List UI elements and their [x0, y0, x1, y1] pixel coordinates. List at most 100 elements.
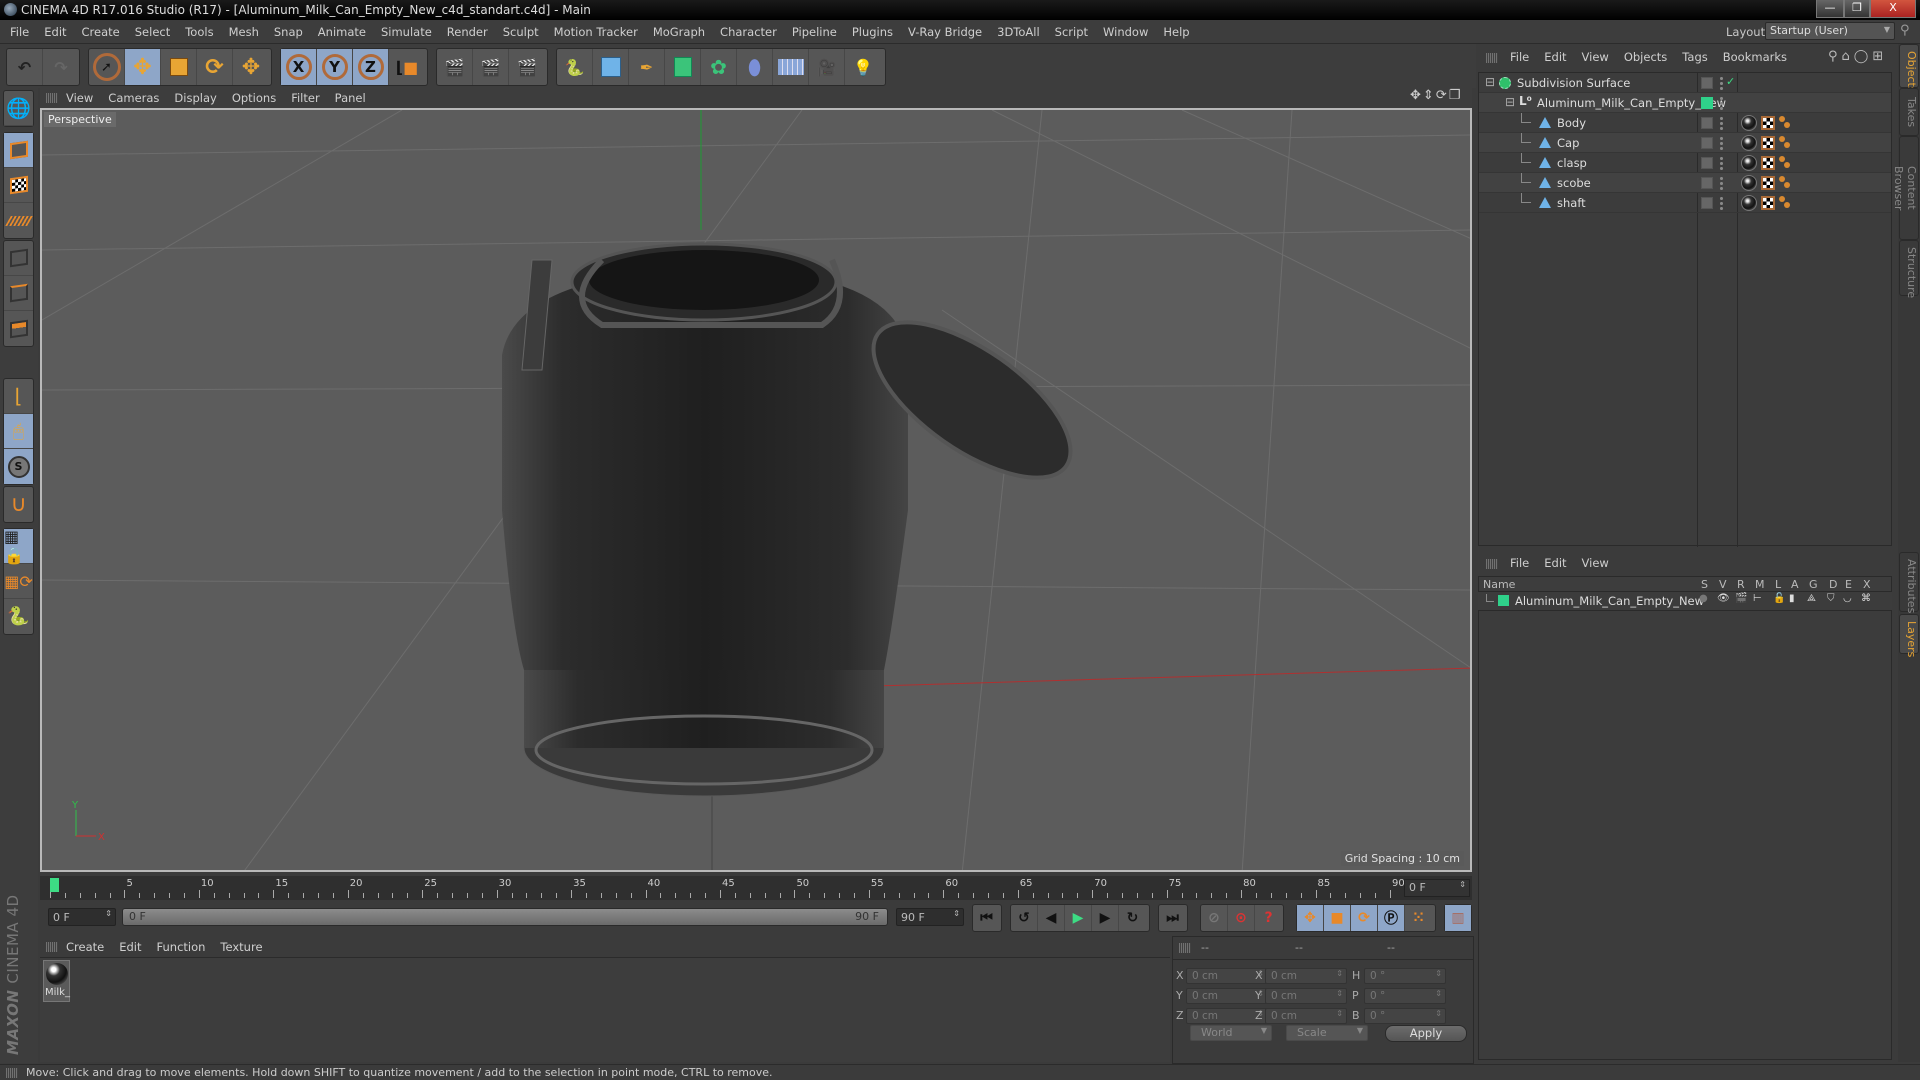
material-tag-icon[interactable]: [1741, 135, 1757, 151]
material-menu-function[interactable]: Function: [157, 940, 206, 954]
object-row-aluminum-milk-can-empty-new[interactable]: ⊟ L⁰ Aluminum_Milk_Can_Empty_New: [1479, 93, 1891, 113]
side-tab-attributes[interactable]: Attributes: [1899, 552, 1919, 613]
layer-column-e[interactable]: E: [1845, 578, 1852, 591]
object-name[interactable]: shaft: [1557, 196, 1586, 210]
render-settings-icon[interactable]: 🎬: [509, 49, 545, 85]
3d-viewport[interactable]: Y X Perspective Grid Spacing : 10 cm: [40, 108, 1472, 872]
home-icon[interactable]: ⌂: [1842, 49, 1854, 64]
new-window-icon[interactable]: ⊞: [1872, 49, 1887, 64]
object-name[interactable]: scobe: [1557, 176, 1591, 190]
array-icon[interactable]: ✿: [701, 49, 737, 85]
render-picture-viewer-icon[interactable]: 🎬: [473, 49, 509, 85]
rotate-icon[interactable]: ⟳: [197, 49, 233, 85]
object-menu-edit[interactable]: Edit: [1544, 50, 1566, 64]
current-frame-field[interactable]: 0 F ⇕: [1404, 879, 1470, 897]
side-tab-content-browser[interactable]: Content Browser: [1892, 136, 1919, 240]
orbit-icon[interactable]: ⟳: [1436, 88, 1449, 103]
restore-button[interactable]: ❐: [1844, 0, 1870, 18]
snap-icon[interactable]: S: [4, 449, 33, 484]
object-menu-view[interactable]: View: [1582, 50, 1609, 64]
pan-icon[interactable]: ✥: [1410, 88, 1423, 103]
object-row-body[interactable]: Body: [1479, 113, 1891, 133]
layer-color-swatch[interactable]: [1701, 97, 1713, 109]
cube-primitive-icon[interactable]: [593, 49, 629, 85]
magnet-icon[interactable]: ∪: [4, 487, 33, 522]
keyframe-selection-icon[interactable]: ?: [1255, 905, 1282, 931]
viewport-menu-filter[interactable]: Filter: [291, 91, 319, 105]
layout-dropdown[interactable]: Startup (User) ▼: [1765, 22, 1895, 40]
object-name[interactable]: Cap: [1557, 136, 1579, 150]
layer-column-name[interactable]: Name: [1483, 578, 1515, 591]
collapse-toggle-icon[interactable]: ⊟: [1485, 75, 1495, 89]
viewport-menu-panel[interactable]: Panel: [335, 91, 366, 105]
viewport-menu-view[interactable]: View: [66, 91, 93, 105]
object-menu-file[interactable]: File: [1510, 50, 1529, 64]
start-frame-field[interactable]: 0 F ⇕: [48, 908, 116, 926]
uvw-tag-icon[interactable]: [1761, 156, 1775, 170]
menu-window[interactable]: Window: [1103, 25, 1148, 39]
layer-manager-icon[interactable]: ⊢: [1753, 593, 1762, 604]
side-tab-objects[interactable]: Objects: [1899, 44, 1919, 93]
next-key-button[interactable]: ↻: [1119, 905, 1146, 931]
size-x-field[interactable]: 0 cm ⇕: [1265, 968, 1347, 984]
layer-menu-view[interactable]: View: [1582, 556, 1609, 570]
uvw-tag-icon[interactable]: [1761, 136, 1775, 150]
layer-column-g[interactable]: G: [1809, 578, 1818, 591]
collapse-toggle-icon[interactable]: ⊟: [1505, 95, 1515, 109]
material-tag-icon[interactable]: [1741, 195, 1757, 211]
layer-menu-file[interactable]: File: [1510, 556, 1529, 570]
undo-icon[interactable]: ↶: [7, 49, 43, 85]
open-timeline-icon[interactable]: ▥: [1445, 905, 1471, 931]
visibility-dots-icon[interactable]: [1719, 136, 1724, 150]
close-button[interactable]: X: [1870, 0, 1916, 18]
menu-tools[interactable]: Tools: [185, 25, 213, 39]
visibility-dots-icon[interactable]: [1719, 116, 1724, 130]
python-icon[interactable]: 🐍: [557, 49, 593, 85]
layer-expressions-icon[interactable]: ◡: [1843, 593, 1852, 604]
layer-xref-icon[interactable]: ⌘: [1861, 593, 1871, 604]
drag-handle-icon[interactable]: [1486, 53, 1498, 63]
material-menu-edit[interactable]: Edit: [119, 940, 141, 954]
material-tag-icon[interactable]: [1741, 175, 1757, 191]
edges-mode-icon[interactable]: [4, 276, 33, 311]
phong-tag-icon[interactable]: [1779, 176, 1793, 190]
transform-mode-dropdown[interactable]: Scale ▼: [1286, 1025, 1368, 1041]
record-key-icon[interactable]: ⊘: [1201, 905, 1228, 931]
autokey-icon[interactable]: ⊙: [1228, 905, 1255, 931]
z-axis-lock[interactable]: Z: [353, 49, 389, 85]
lock-workplane-icon[interactable]: ▦🔒: [4, 527, 33, 565]
previous-frame-button[interactable]: ◀: [1038, 905, 1065, 931]
uvw-tag-icon[interactable]: [1761, 116, 1775, 130]
x-axis-lock[interactable]: X: [281, 49, 317, 85]
polygons-mode-icon[interactable]: [4, 311, 33, 346]
drag-handle-icon[interactable]: [46, 93, 58, 103]
workplane-icon[interactable]: [4, 203, 33, 238]
menu-animate[interactable]: Animate: [318, 25, 366, 39]
viewport-menu-display[interactable]: Display: [174, 91, 216, 105]
dolly-icon[interactable]: ⇕: [1423, 88, 1436, 103]
layer-column-l[interactable]: L: [1775, 578, 1781, 591]
layer-row[interactable]: Aluminum_Milk_Can_Empty_New ● 👁 🎬 ⊢ 🔓 ▮ ⟁ ⛉ ◡ ⌘: [1478, 592, 1892, 610]
object-name[interactable]: Body: [1557, 116, 1586, 130]
layer-deformers-icon[interactable]: ⛉: [1827, 593, 1835, 604]
object-menu-bookmarks[interactable]: Bookmarks: [1723, 50, 1787, 64]
python-script-icon[interactable]: 🐍: [4, 599, 33, 634]
play-button[interactable]: ▶: [1065, 905, 1092, 931]
material-swatch[interactable]: Milk_: [43, 960, 70, 1002]
object-menu-tags[interactable]: Tags: [1682, 50, 1707, 64]
menu-script[interactable]: Script: [1055, 25, 1088, 39]
next-frame-button[interactable]: ▶: [1092, 905, 1119, 931]
menu-plugins[interactable]: Plugins: [852, 25, 893, 39]
menu-simulate[interactable]: Simulate: [381, 25, 432, 39]
material-menu-texture[interactable]: Texture: [220, 940, 262, 954]
menu-edit[interactable]: Edit: [44, 25, 66, 39]
camera-label[interactable]: Perspective: [44, 112, 116, 127]
spinner-icon[interactable]: ⇕: [1435, 969, 1442, 978]
layer-toggle-icon[interactable]: [1701, 157, 1713, 169]
menu-create[interactable]: Create: [82, 25, 120, 39]
select-arrow-icon[interactable]: ➚: [89, 49, 125, 85]
rotation-track-icon[interactable]: ⟳: [1351, 905, 1378, 931]
pen-spline-icon[interactable]: ✒: [629, 49, 665, 85]
menu-v-ray-bridge[interactable]: V-Ray Bridge: [908, 25, 982, 39]
deformer-icon[interactable]: ⬮: [737, 49, 773, 85]
